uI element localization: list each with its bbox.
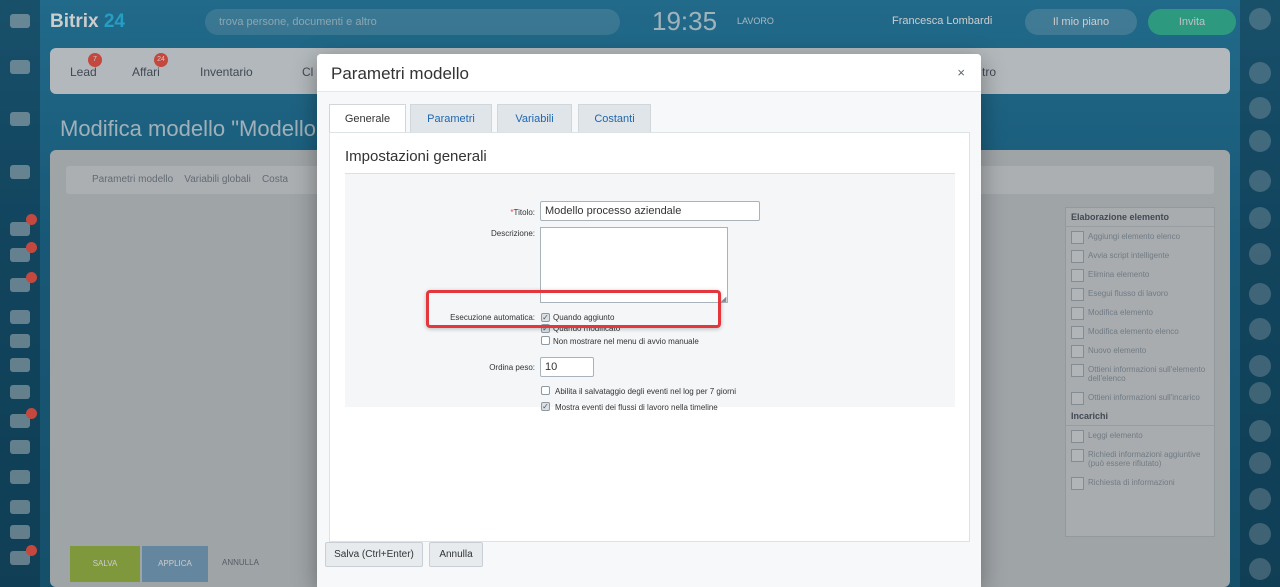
- tab-costanti[interactable]: Costanti: [578, 104, 651, 133]
- highlight-annotation: [426, 290, 721, 328]
- general-settings-section: Impostazioni generali *Titolo: Descrizio…: [345, 145, 955, 412]
- checkbox-timeline-events[interactable]: ✓: [541, 402, 550, 411]
- dialog-header: Parametri modello ×: [317, 54, 981, 92]
- tab-generale[interactable]: Generale: [329, 104, 406, 134]
- title-label: *Titolo:: [510, 208, 535, 217]
- section-title: Impostazioni generali: [345, 145, 955, 174]
- checkbox-hide-manual[interactable]: [541, 336, 550, 345]
- tab-variabili[interactable]: Variabili: [497, 104, 572, 133]
- title-input[interactable]: [540, 201, 760, 221]
- checkbox-hide-manual-label: Non mostrare nel menu di avvio manuale: [553, 337, 699, 346]
- weight-label: Ordina peso:: [489, 363, 535, 372]
- tab-parametri[interactable]: Parametri: [410, 104, 492, 133]
- checkbox-timeline-events-label: Mostra eventi dei flussi di lavoro nella…: [555, 403, 718, 412]
- dialog-title: Parametri modello: [331, 64, 469, 83]
- cancel-button[interactable]: Annulla: [429, 542, 483, 567]
- close-icon[interactable]: ×: [957, 65, 965, 80]
- dialog-footer: Salva (Ctrl+Enter) Annulla: [317, 542, 981, 587]
- resize-grip-icon[interactable]: ◢: [721, 295, 726, 303]
- checkbox-log-events-label: Abilita il salvataggio degli eventi nel …: [555, 387, 736, 396]
- checkbox-log-events[interactable]: [541, 386, 550, 395]
- weight-input[interactable]: [540, 357, 594, 377]
- tab-content: Impostazioni generali *Titolo: Descrizio…: [329, 132, 970, 542]
- save-button[interactable]: Salva (Ctrl+Enter): [325, 542, 423, 567]
- description-label: Descrizione:: [490, 229, 535, 238]
